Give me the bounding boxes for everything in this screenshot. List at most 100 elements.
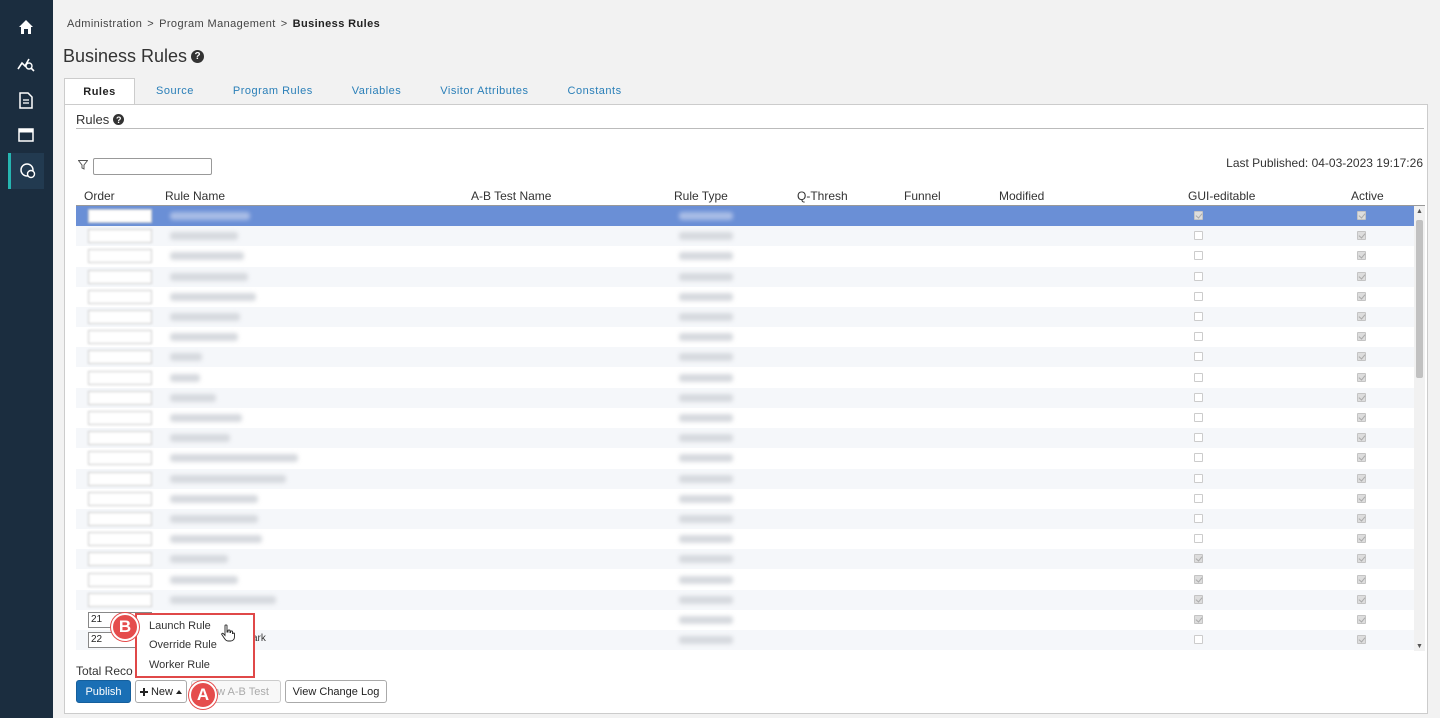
table-row[interactable] (76, 408, 1414, 428)
order-input[interactable] (88, 491, 152, 506)
gui-editable-checkbox[interactable] (1194, 211, 1203, 220)
gui-editable-checkbox[interactable] (1194, 231, 1203, 241)
active-checkbox[interactable] (1357, 413, 1366, 422)
gui-editable-checkbox[interactable] (1194, 554, 1203, 564)
active-checkbox[interactable] (1357, 352, 1366, 362)
table-row[interactable] (76, 549, 1414, 570)
order-input[interactable] (88, 229, 152, 244)
table-row[interactable] (76, 468, 1414, 489)
help-icon[interactable]: ? (191, 50, 205, 63)
column-header-active[interactable]: Active (1351, 189, 1384, 203)
order-input[interactable] (88, 572, 152, 587)
active-checkbox[interactable] (1357, 312, 1366, 321)
active-checkbox[interactable] (1357, 372, 1366, 382)
order-input[interactable] (88, 431, 152, 446)
order-input[interactable] (88, 512, 152, 526)
tab-variables[interactable]: Variables (352, 78, 402, 105)
table-row[interactable] (76, 387, 1414, 408)
table-row[interactable] (76, 206, 1414, 226)
gui-editable-checkbox[interactable] (1194, 271, 1203, 281)
gui-editable-checkbox[interactable] (1194, 594, 1203, 604)
tab-source[interactable]: Source (156, 78, 194, 105)
table-row[interactable] (76, 327, 1414, 347)
order-input[interactable] (88, 592, 152, 607)
active-checkbox[interactable] (1357, 251, 1366, 261)
column-header-order[interactable]: Order (84, 189, 115, 203)
tab-visitor-attributes[interactable]: Visitor Attributes (440, 78, 528, 105)
document-icon[interactable] (8, 82, 44, 118)
column-header-q-thresh[interactable]: Q-Thresh (797, 189, 848, 203)
table-row[interactable] (76, 428, 1414, 449)
active-checkbox[interactable] (1357, 574, 1366, 584)
order-input[interactable] (88, 532, 152, 547)
order-input[interactable] (88, 471, 152, 486)
gui-editable-checkbox[interactable] (1194, 635, 1203, 645)
gui-editable-checkbox[interactable] (1194, 534, 1203, 544)
publish-button[interactable]: Publish (76, 680, 131, 703)
table-row[interactable] (76, 448, 1414, 468)
order-input[interactable] (88, 411, 152, 425)
active-checkbox[interactable] (1357, 231, 1366, 241)
active-checkbox[interactable] (1357, 493, 1366, 503)
breadcrumb-administration[interactable]: Administration (67, 18, 142, 30)
gui-editable-checkbox[interactable] (1194, 372, 1203, 382)
gui-editable-checkbox[interactable] (1194, 251, 1203, 261)
scroll-thumb[interactable] (1416, 220, 1423, 378)
rules-icon[interactable] (8, 153, 44, 189)
gui-editable-checkbox[interactable] (1194, 352, 1203, 362)
gui-editable-checkbox[interactable] (1194, 615, 1203, 624)
active-checkbox[interactable] (1357, 594, 1366, 604)
breadcrumb-program-management[interactable]: Program Management (159, 18, 276, 30)
order-input[interactable] (88, 370, 152, 385)
gui-editable-checkbox[interactable] (1194, 453, 1203, 463)
table-row[interactable] (76, 287, 1414, 307)
gui-editable-checkbox[interactable] (1194, 514, 1203, 523)
active-checkbox[interactable] (1357, 211, 1366, 220)
active-checkbox[interactable] (1357, 554, 1366, 564)
table-row[interactable] (76, 570, 1414, 590)
order-input[interactable] (88, 310, 152, 324)
gui-editable-checkbox[interactable] (1194, 574, 1203, 584)
order-input[interactable] (88, 289, 152, 304)
table-row[interactable] (76, 529, 1414, 549)
table-row[interactable]: 22 ark (76, 630, 1414, 651)
view-change-log-button[interactable]: View Change Log (285, 680, 387, 703)
table-row[interactable] (76, 368, 1414, 388)
table-row[interactable] (76, 509, 1414, 529)
home-icon[interactable] (8, 9, 44, 45)
active-checkbox[interactable] (1357, 271, 1366, 281)
active-checkbox[interactable] (1357, 332, 1366, 342)
new-button[interactable]: New (135, 680, 187, 703)
table-row[interactable] (76, 266, 1414, 287)
help-icon[interactable]: ? (113, 114, 125, 125)
column-header-gui-editable[interactable]: GUI-editable (1188, 189, 1255, 203)
filter-input[interactable] (93, 158, 212, 175)
gui-editable-checkbox[interactable] (1194, 433, 1203, 443)
order-input[interactable] (88, 350, 152, 365)
order-input[interactable] (88, 552, 152, 567)
tab-constants[interactable]: Constants (568, 78, 622, 105)
vertical-scrollbar[interactable]: ▲ ▼ (1414, 206, 1425, 651)
order-input[interactable] (88, 209, 152, 223)
order-input[interactable] (88, 390, 152, 405)
column-header-funnel[interactable]: Funnel (904, 189, 941, 203)
scroll-down-icon[interactable]: ▼ (1415, 643, 1424, 650)
table-row[interactable] (76, 489, 1414, 509)
order-input[interactable] (88, 269, 152, 284)
table-row[interactable]: 21 (76, 610, 1414, 630)
order-input[interactable] (88, 330, 152, 345)
tab-rules[interactable]: Rules (64, 78, 135, 105)
gui-editable-checkbox[interactable] (1194, 413, 1203, 422)
gui-editable-checkbox[interactable] (1194, 392, 1203, 402)
active-checkbox[interactable] (1357, 392, 1366, 402)
table-row[interactable] (76, 589, 1414, 610)
tab-program-rules[interactable]: Program Rules (233, 78, 313, 105)
active-checkbox[interactable] (1357, 615, 1366, 624)
gui-editable-checkbox[interactable] (1194, 493, 1203, 503)
table-row[interactable] (76, 246, 1414, 266)
active-checkbox[interactable] (1357, 433, 1366, 443)
column-header-ab-test-name[interactable]: A-B Test Name (471, 189, 551, 203)
gui-editable-checkbox[interactable] (1194, 473, 1203, 483)
column-header-rule-name[interactable]: Rule Name (165, 189, 225, 203)
gui-editable-checkbox[interactable] (1194, 312, 1203, 321)
